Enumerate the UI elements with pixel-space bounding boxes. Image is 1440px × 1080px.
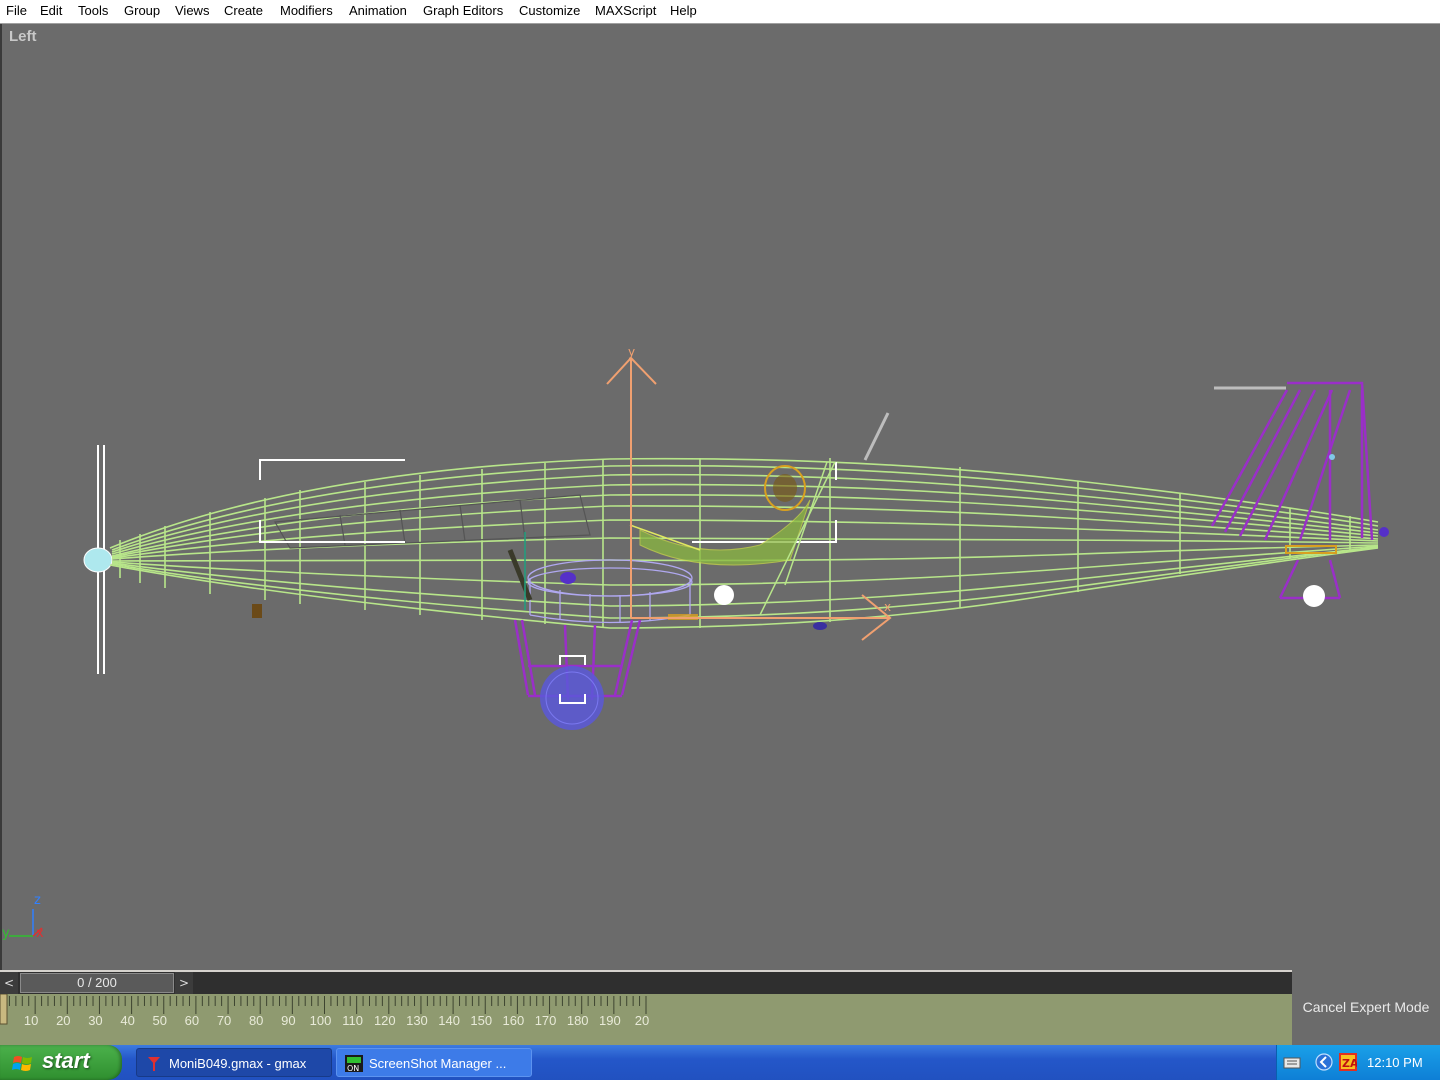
antenna[interactable] xyxy=(863,412,890,461)
svg-text:ON: ON xyxy=(347,1064,359,1072)
time-slider-thumb[interactable]: 0 / 200 xyxy=(20,973,174,993)
system-tray: ZA 12:10 PM xyxy=(1276,1045,1440,1080)
timeline-tick-label: 170 xyxy=(535,1013,557,1028)
menu-tools[interactable]: Tools xyxy=(78,3,108,18)
menu-graph-editors[interactable]: Graph Editors xyxy=(423,3,503,18)
tail-light xyxy=(1379,527,1389,537)
axis-y-label: y xyxy=(2,926,10,941)
timeline-tick-label: 110 xyxy=(342,1013,363,1028)
menu-edit[interactable]: Edit xyxy=(40,3,62,18)
axis-x-label: x xyxy=(36,926,44,941)
gmax-icon xyxy=(148,1057,160,1071)
timeline-tick-label: 90 xyxy=(281,1013,295,1028)
timeline-tick-label: 150 xyxy=(470,1013,492,1028)
selection-brackets xyxy=(259,459,837,543)
timeline-tick-label: 50 xyxy=(153,1013,167,1028)
timeline-tick-label: 160 xyxy=(503,1013,525,1028)
exhaust-pipe xyxy=(252,604,262,618)
main-wheel[interactable] xyxy=(540,666,604,730)
timeline-panel: < 0 / 200 > 10 20 30 40 50 60 70 80 90 100 110 120 1… xyxy=(0,970,1440,1045)
time-slider-next-button[interactable]: > xyxy=(175,972,193,994)
menu-animation[interactable]: Animation xyxy=(349,3,407,18)
windows-flag-icon xyxy=(12,1056,32,1071)
windows-taskbar: start MoniB049.gmax - gmax ON ScreenShot… xyxy=(0,1045,1440,1080)
timeline-track[interactable]: 10 20 30 40 50 60 70 80 90 100 110 120 130 140 150 160 1… xyxy=(0,994,1292,1045)
wing-marker xyxy=(560,572,576,584)
timeline-tick-label: 40 xyxy=(120,1013,134,1028)
menu-group[interactable]: Group xyxy=(124,3,160,18)
current-frame-marker[interactable] xyxy=(0,994,8,1025)
taskbar-item-gmax[interactable]: MoniB049.gmax - gmax xyxy=(136,1048,332,1077)
timeline-tick-label: 10 xyxy=(24,1013,38,1028)
spinner[interactable] xyxy=(83,547,113,573)
left-viewport[interactable]: y x z y x Left xyxy=(0,24,1440,970)
timeline-ruler[interactable]: 10 20 30 40 50 60 70 80 90 100 110 120 130 140 150 160 1… xyxy=(0,994,1292,1045)
screenshot-manager-icon: ON xyxy=(345,1055,363,1072)
tail-wheel[interactable] xyxy=(1303,585,1325,607)
menu-maxscript[interactable]: MAXScript xyxy=(595,3,656,18)
taskbar-item-label: MoniB049.gmax - gmax xyxy=(169,1056,307,1071)
zonealarm-icon[interactable]: ZA xyxy=(1339,1053,1357,1071)
gizmo-y-label: y xyxy=(628,345,635,359)
time-slider-prev-button[interactable]: < xyxy=(0,972,18,994)
tail-marker xyxy=(1329,454,1335,460)
svg-text:ZA: ZA xyxy=(1342,1057,1357,1070)
gizmo-x-label: x xyxy=(884,600,891,614)
taskbar-item-label: ScreenShot Manager ... xyxy=(369,1056,507,1071)
timeline-tick-label: 80 xyxy=(249,1013,263,1028)
timeline-tick-label: 30 xyxy=(88,1013,102,1028)
menu-views[interactable]: Views xyxy=(175,3,209,18)
timeline-tick-label: 70 xyxy=(217,1013,231,1028)
menu-bar: File Edit Tools Group Views Create Modif… xyxy=(0,0,1440,24)
axis-tripod: z y x xyxy=(2,893,44,941)
fairing-marker xyxy=(813,622,827,630)
menu-file[interactable]: File xyxy=(6,3,27,18)
timeline-tick-label: 100 xyxy=(310,1013,332,1028)
axis-z-label: z xyxy=(34,893,41,908)
menu-modifiers[interactable]: Modifiers xyxy=(280,3,333,18)
timeline-tick-label: 120 xyxy=(374,1013,396,1028)
menu-help[interactable]: Help xyxy=(670,3,697,18)
aircraft-wireframe-scene[interactable]: y x z y x xyxy=(2,24,1440,970)
timeline-tick-label: 130 xyxy=(406,1013,428,1028)
timeline-tick-label: 190 xyxy=(599,1013,621,1028)
clock[interactable]: 12:10 PM xyxy=(1367,1045,1423,1080)
chevron-left-icon[interactable] xyxy=(1315,1053,1333,1071)
time-slider[interactable]: < 0 / 200 > xyxy=(0,972,1292,994)
timeline-tick-label: 60 xyxy=(185,1013,199,1028)
timeline-tick-label: 20 xyxy=(56,1013,70,1028)
taskbar-item-screenshot-manager[interactable]: ON ScreenShot Manager ... xyxy=(336,1048,532,1077)
menu-create[interactable]: Create xyxy=(224,3,263,18)
timeline-tick-label: 20 xyxy=(635,1013,649,1028)
strut-dark xyxy=(507,549,533,601)
viewport-label[interactable]: Left xyxy=(9,28,37,45)
center-marker xyxy=(714,585,734,605)
pilot-figure[interactable] xyxy=(629,465,811,566)
start-label: start xyxy=(42,1048,90,1073)
timeline-tick-label: 140 xyxy=(438,1013,460,1028)
start-button[interactable]: start xyxy=(0,1045,122,1080)
cancel-expert-mode-button[interactable]: Cancel Expert Mode xyxy=(1292,970,1440,1045)
keyboard-icon[interactable] xyxy=(1283,1053,1301,1071)
timeline-tick-label: 180 xyxy=(567,1013,589,1028)
menu-customize[interactable]: Customize xyxy=(519,3,580,18)
